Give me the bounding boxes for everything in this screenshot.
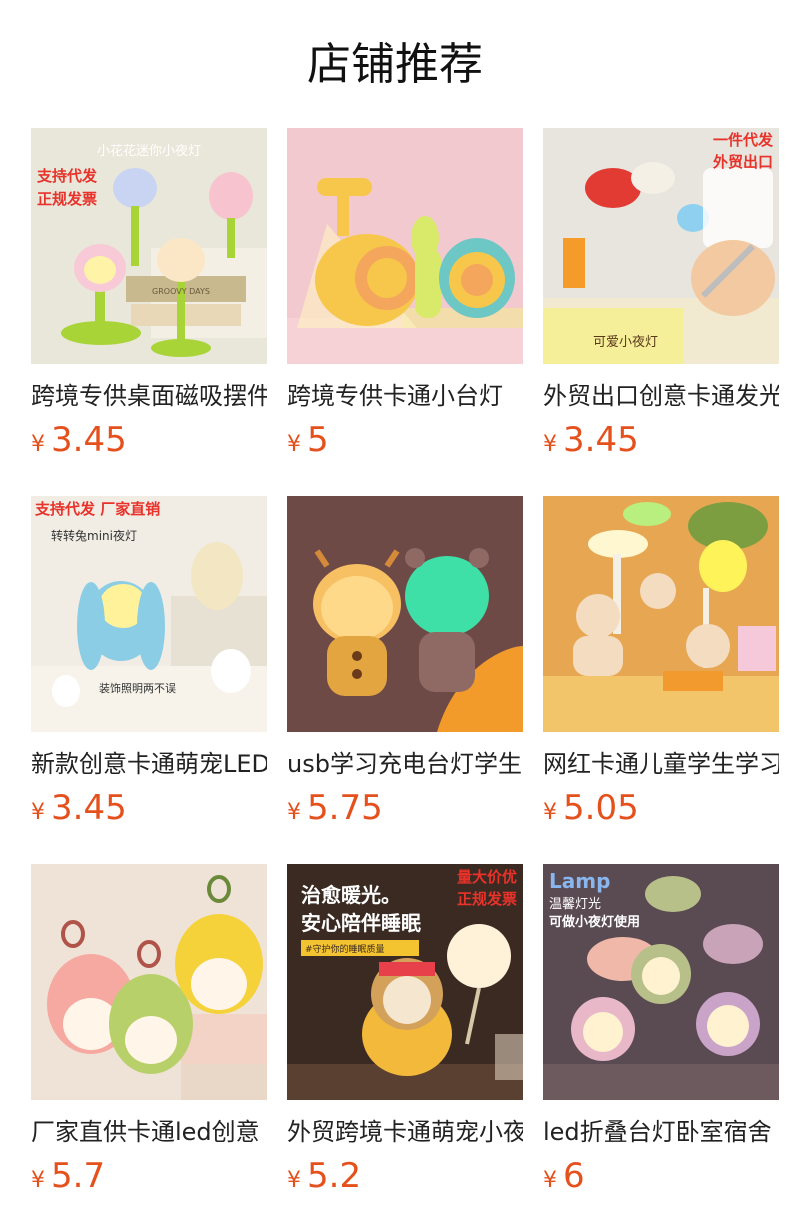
currency-symbol: ¥	[543, 800, 557, 825]
product-card[interactable]: 小花花迷你小夜灯 支持代发 正规发票 GROOVY DAYS 跨境专供桌面磁吸摆…	[31, 128, 267, 462]
price-value: 5.2	[307, 1156, 362, 1196]
currency-symbol: ¥	[287, 432, 301, 457]
product-card[interactable]: usb学习充电台灯学生 ¥5.75	[287, 496, 523, 830]
product-price: ¥3.45	[543, 418, 779, 462]
price-value: 3.45	[51, 420, 127, 460]
product-name[interactable]: 跨境专供卡通小台灯	[287, 380, 523, 412]
overlay-text: 可爱小夜灯	[593, 335, 658, 350]
product-name[interactable]: 外贸跨境卡通萌宠小夜	[287, 1116, 523, 1148]
currency-symbol: ¥	[287, 800, 301, 825]
product-price: ¥5	[287, 418, 523, 462]
overlay-text: 可做小夜灯使用	[549, 914, 640, 930]
product-image[interactable]	[287, 128, 523, 364]
overlay-text: #守护你的睡眠质量	[305, 943, 385, 955]
price-value: 6	[563, 1156, 585, 1196]
price-value: 3.45	[563, 420, 639, 460]
price-value: 5.7	[51, 1156, 106, 1196]
currency-symbol: ¥	[543, 1168, 557, 1193]
overlay-text: 支持代发	[36, 167, 98, 185]
overlay-text: 一件代发	[713, 131, 774, 149]
product-name[interactable]: 跨境专供桌面磁吸摆件	[31, 380, 267, 412]
product-image[interactable]	[543, 496, 779, 732]
price-value: 5.75	[307, 788, 383, 828]
overlay-text: GROOVY DAYS	[152, 287, 210, 296]
product-price: ¥5.05	[543, 786, 779, 830]
product-name[interactable]: 网红卡通儿童学生学习	[543, 748, 779, 780]
currency-symbol: ¥	[31, 1168, 45, 1193]
currency-symbol: ¥	[31, 432, 45, 457]
price-value: 5.05	[563, 788, 639, 828]
overlay-text: 装饰照明两不误	[99, 681, 176, 695]
product-price: ¥5.7	[31, 1154, 267, 1198]
product-name[interactable]: 外贸出口创意卡通发光	[543, 380, 779, 412]
product-card[interactable]: 支持代发 厂家直销 转转兔mini夜灯 装饰照明两不误 新款创意卡通萌宠LED …	[31, 496, 267, 830]
product-price: ¥5.75	[287, 786, 523, 830]
product-image[interactable]: 小花花迷你小夜灯 支持代发 正规发票 GROOVY DAYS	[31, 128, 267, 364]
product-price: ¥3.45	[31, 786, 267, 830]
currency-symbol: ¥	[543, 432, 557, 457]
product-image[interactable]: Lamp 温馨灯光 可做小夜灯使用	[543, 864, 779, 1100]
product-image[interactable]	[287, 496, 523, 732]
product-image[interactable]: 治愈暖光。 安心陪伴睡眠 量大价优 正规发票 #守护你的睡眠质量	[287, 864, 523, 1100]
currency-symbol: ¥	[287, 1168, 301, 1193]
overlay-text: 温馨灯光	[549, 896, 601, 912]
product-name[interactable]: led折叠台灯卧室宿舍	[543, 1116, 779, 1148]
product-price: ¥5.2	[287, 1154, 523, 1198]
overlay-text: 转转兔mini夜灯	[51, 528, 137, 543]
overlay-text: 量大价优	[457, 868, 517, 886]
page-title: 店铺推荐	[307, 39, 483, 90]
price-value: 3.45	[51, 788, 127, 828]
product-name[interactable]: usb学习充电台灯学生	[287, 748, 523, 780]
overlay-text: 安心陪伴睡眠	[301, 911, 421, 935]
overlay-text: 小花花迷你小夜灯	[97, 143, 201, 159]
overlay-text: 正规发票	[37, 190, 97, 208]
overlay-text: 正规发票	[457, 890, 517, 908]
overlay-text: 支持代发 厂家直销	[34, 500, 160, 518]
product-price: ¥6	[543, 1154, 779, 1198]
product-card[interactable]: Lamp 温馨灯光 可做小夜灯使用 led折叠台灯卧室宿舍 ¥6	[543, 864, 779, 1198]
currency-symbol: ¥	[31, 800, 45, 825]
product-image[interactable]: 一件代发 外贸出口 可爱小夜灯	[543, 128, 779, 364]
product-card[interactable]: 跨境专供卡通小台灯 ¥5	[287, 128, 523, 462]
product-card[interactable]: 一件代发 外贸出口 可爱小夜灯 外贸出口创意卡通发光 ¥3.45	[543, 128, 779, 462]
overlay-text: 外贸出口	[712, 153, 773, 171]
product-price: ¥3.45	[31, 418, 267, 462]
overlay-text: 治愈暖光。	[301, 883, 401, 907]
product-image[interactable]	[31, 864, 267, 1100]
product-image[interactable]: 支持代发 厂家直销 转转兔mini夜灯 装饰照明两不误	[31, 496, 267, 732]
price-value: 5	[307, 420, 329, 460]
overlay-text: Lamp	[549, 869, 610, 893]
product-card[interactable]: 网红卡通儿童学生学习 ¥5.05	[543, 496, 779, 830]
product-card[interactable]: 治愈暖光。 安心陪伴睡眠 量大价优 正规发票 #守护你的睡眠质量 外贸跨境卡通萌…	[287, 864, 523, 1198]
product-name[interactable]: 厂家直供卡通led创意	[31, 1116, 267, 1148]
product-name[interactable]: 新款创意卡通萌宠LED	[31, 748, 267, 780]
product-card[interactable]: 厂家直供卡通led创意 ¥5.7	[31, 864, 267, 1198]
